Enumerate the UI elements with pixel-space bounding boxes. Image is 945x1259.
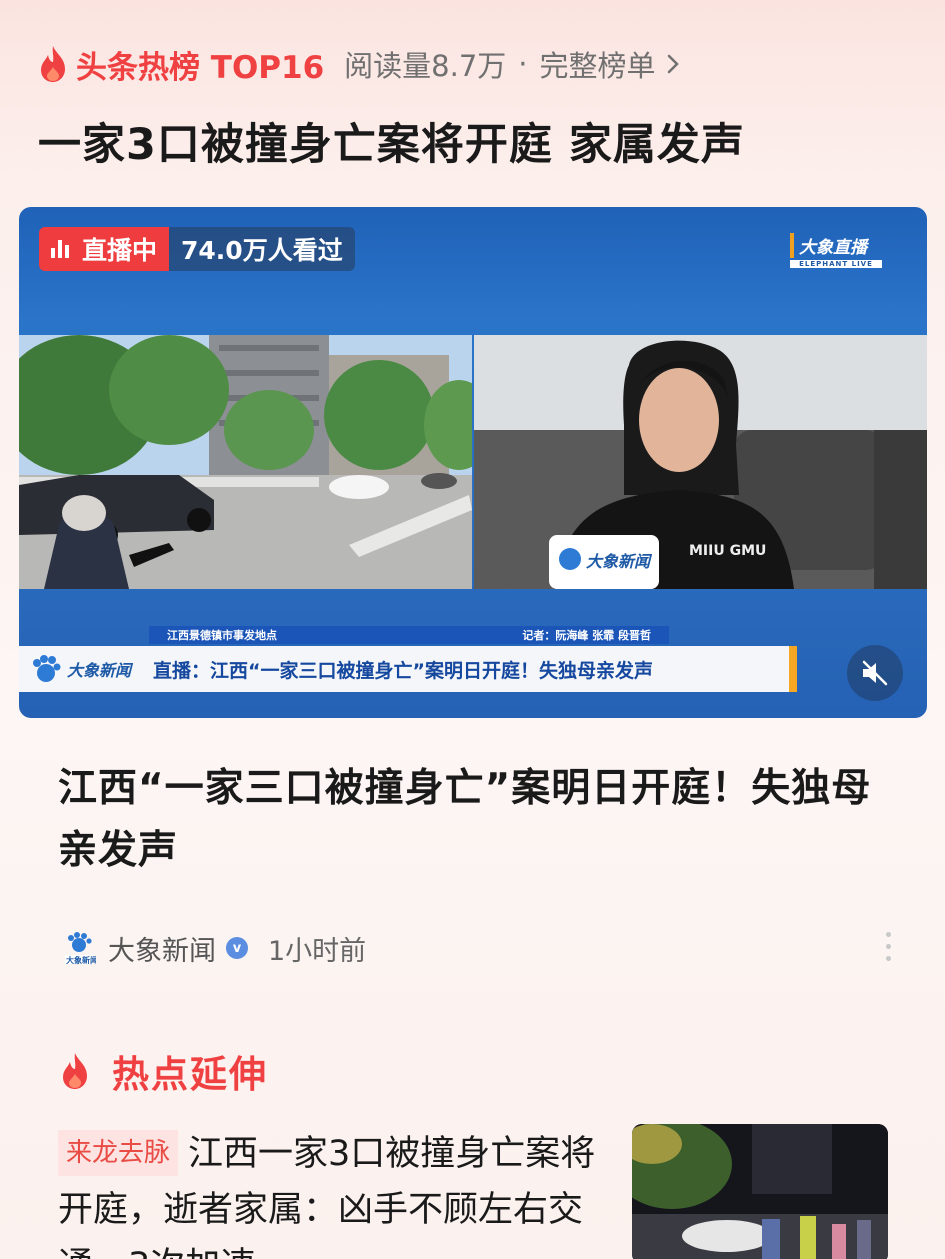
rank-label: 头条热榜 TOP16 <box>76 49 325 86</box>
shirt-text: MIIU GMU <box>689 543 766 559</box>
page-title[interactable]: 一家3口被撞身亡案将开庭 家属发声 <box>38 110 918 172</box>
elephant-paw-icon <box>33 655 61 682</box>
live-video-player[interactable]: 直播中 74.0万人看过 大象直播 ELEPHANT LIVE MIIU GMU… <box>19 207 927 718</box>
live-badge: 直播中 74.0万人看过 <box>39 227 355 271</box>
rank-row[interactable]: 头条热榜 TOP16 阅读量8.7万 · 完整榜单 <box>38 40 918 88</box>
article-title[interactable]: 江西“一家三口被撞身亡”案明日开庭！失独母亲发声 <box>58 758 888 882</box>
source-logo[interactable]: 大象新闻 <box>62 931 96 965</box>
flame-icon <box>41 46 65 82</box>
live-bars-icon <box>51 240 72 258</box>
location-caption-bar: 江西景德镇市事发地点 记者：阮海峰 张霏 段晋哲 <box>149 626 669 644</box>
news-ticker: 大象新闻 直播：江西“一家三口被撞身亡”案明日开庭！失独母亲发声 <box>19 646 797 692</box>
mute-button[interactable] <box>847 645 903 701</box>
full-list-link[interactable]: 完整榜单 <box>540 43 656 85</box>
chevron-right-icon <box>667 54 679 74</box>
mic-brand: 大象新闻 <box>586 552 653 571</box>
ticker-brand-name: 大象新闻 <box>67 661 132 680</box>
corner-brand: 大象直播 <box>790 233 882 258</box>
hot-extension-header: 热点延伸 <box>60 1044 268 1098</box>
source-logo-text: 大象新闻 <box>66 955 96 965</box>
related-tag: 来龙去脉 <box>58 1130 179 1176</box>
ticker-text: 直播：江西“一家三口被撞身亡”案明日开庭！失独母亲发声 <box>153 659 653 682</box>
live-indicator: 直播中 <box>39 227 170 271</box>
read-count: 阅读量8.7万 <box>344 49 507 83</box>
ticker-accent <box>789 646 797 692</box>
hot-list-header: 头条热榜 TOP16 阅读量8.7万 · 完整榜单 一家3口被撞身亡案将开庭 家… <box>38 40 918 172</box>
source-name[interactable]: 大象新闻 <box>108 929 216 968</box>
viewer-count: 74.0万人看过 <box>169 227 355 271</box>
related-article-thumbnail[interactable] <box>632 1124 888 1259</box>
elephant-live-logo: 大象直播 ELEPHANT LIVE <box>790 233 882 269</box>
publish-time: 1小时前 <box>268 935 367 967</box>
corner-brand-en: ELEPHANT LIVE <box>790 260 882 268</box>
related-article-text[interactable]: 来龙去脉江西一家3口被撞身亡案将开庭，逝者家属：凶手不顾左右交通，3次加速 <box>58 1126 608 1259</box>
section-title: 热点延伸 <box>112 1053 268 1096</box>
reporters: 记者：阮海峰 张霏 段晋哲 <box>522 629 651 642</box>
separator-dot: · <box>518 47 528 81</box>
article-source-row: 大象新闻 大象新闻 v 1小时前 <box>62 928 892 968</box>
interview-image: MIIU GMU 大象新闻 <box>474 335 927 589</box>
ticker-brand: 大象新闻 <box>19 646 143 692</box>
location-caption: 江西景德镇市事发地点 <box>167 629 277 642</box>
speaker-muted-icon <box>862 660 888 686</box>
more-options-icon[interactable] <box>884 932 892 966</box>
flame-icon <box>63 1053 87 1089</box>
live-label: 直播中 <box>82 236 158 265</box>
street-scene-image <box>19 335 472 589</box>
verified-badge-icon: v <box>226 937 248 959</box>
